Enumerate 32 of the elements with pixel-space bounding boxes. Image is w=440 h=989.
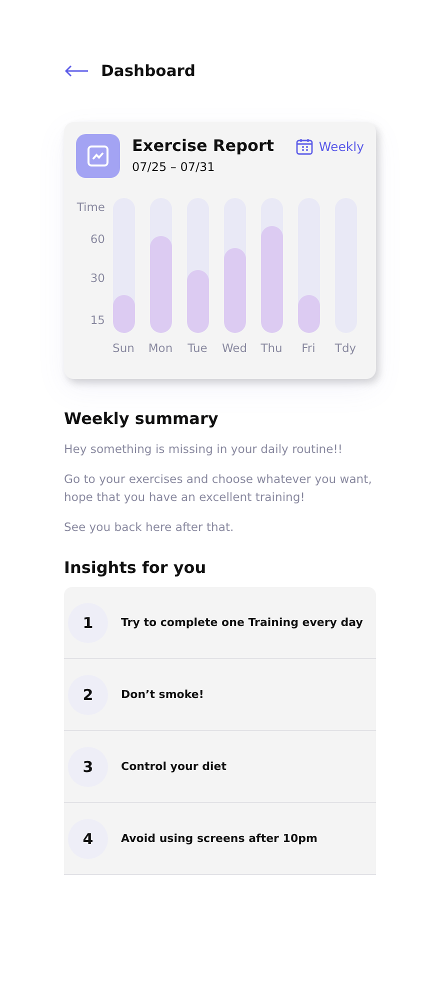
card-title: Exercise Report — [132, 136, 276, 155]
day-label: Mon — [148, 341, 173, 355]
insight-number: 2 — [68, 674, 108, 714]
day-label: Tue — [188, 341, 208, 355]
summary-text: Go to your exercises and choose whatever you want, hope that you have an excellent training! — [64, 471, 373, 506]
insight-text: Try to complete one Training every day — [121, 616, 363, 629]
axis-title: Time — [76, 200, 105, 214]
insight-text: Don’t smoke! — [121, 688, 204, 701]
chart-icon — [76, 134, 120, 178]
tick-label: 60 — [90, 232, 105, 246]
tick-label: 15 — [90, 313, 105, 327]
day-label: Thu — [260, 341, 282, 355]
insight-number: 1 — [68, 602, 108, 642]
insight-text: Control your diet — [121, 760, 226, 773]
insight-number: 4 — [68, 818, 108, 858]
section-title: Weekly summary — [64, 409, 220, 428]
summary-text: See you back here after that. — [64, 519, 235, 536]
tick-label: 30 — [90, 271, 105, 285]
back-button[interactable] — [64, 65, 89, 77]
insight-number: 3 — [68, 746, 108, 786]
day-label: Sun — [112, 341, 134, 355]
day-label: Wed — [222, 341, 248, 355]
page-title: Dashboard — [101, 62, 196, 80]
date-range: 07/25 – 07/31 — [132, 160, 216, 174]
back-arrow-icon — [64, 65, 89, 77]
period-selector[interactable]: Weekly — [296, 138, 364, 155]
section-title: Insights for you — [64, 558, 208, 577]
summary-text: Hey something is missing in your daily routine!! — [64, 441, 344, 458]
insight-text: Avoid using screens after 10pm — [121, 832, 318, 845]
day-label: Tdy — [334, 341, 356, 355]
calendar-icon — [296, 138, 313, 155]
day-label: Fri — [302, 341, 316, 355]
